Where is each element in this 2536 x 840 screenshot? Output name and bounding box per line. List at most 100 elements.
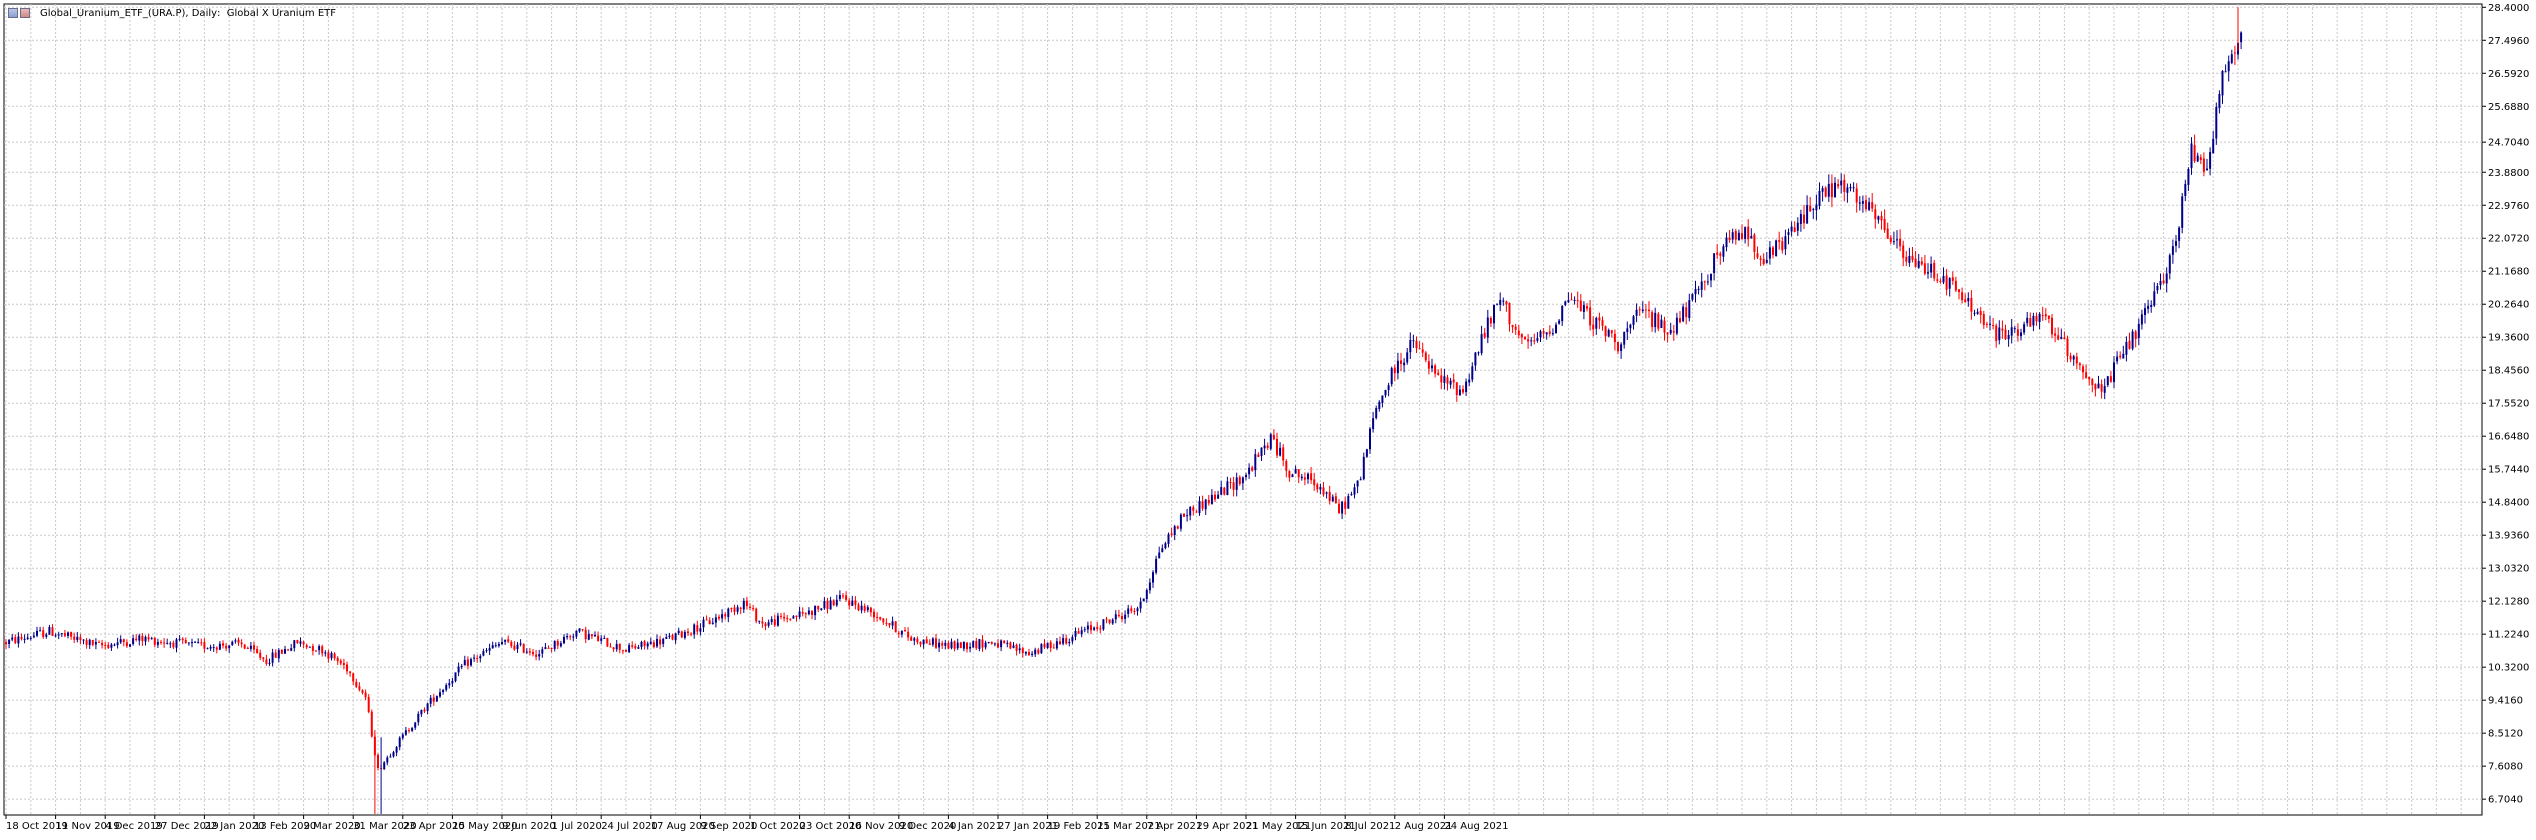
candle-body[interactable] — [770, 619, 773, 622]
candle-body[interactable] — [1223, 487, 1226, 495]
candle-body[interactable] — [758, 620, 761, 622]
candle-body[interactable] — [1269, 434, 1272, 449]
candle-body[interactable] — [1403, 362, 1406, 366]
candle-body[interactable] — [470, 659, 472, 666]
candle-body[interactable] — [2156, 286, 2159, 291]
candle-body[interactable] — [212, 647, 215, 649]
candle-body[interactable] — [888, 623, 891, 626]
candle-body[interactable] — [2032, 315, 2035, 326]
candle-body[interactable] — [2218, 94, 2221, 109]
candle-body[interactable] — [1393, 367, 1396, 374]
candle-body[interactable] — [299, 641, 302, 644]
candle-body[interactable] — [510, 641, 513, 647]
candle-body[interactable] — [776, 615, 779, 626]
candle-body[interactable] — [724, 614, 727, 617]
candle-body[interactable] — [845, 595, 848, 600]
candle-body[interactable] — [473, 657, 476, 659]
candle-body[interactable] — [1902, 245, 1905, 258]
candle-body[interactable] — [1086, 625, 1089, 630]
candle-body[interactable] — [631, 645, 634, 647]
candle-body[interactable] — [1874, 209, 1877, 220]
candle-body[interactable] — [1279, 447, 1282, 456]
candle-body[interactable] — [1068, 641, 1071, 644]
candle-body[interactable] — [941, 643, 944, 646]
candle-body[interactable] — [547, 647, 550, 649]
candle-body[interactable] — [1613, 333, 1616, 343]
candle-body[interactable] — [339, 660, 342, 664]
candle-body[interactable] — [1334, 496, 1337, 503]
candle-body[interactable] — [228, 645, 231, 649]
candle-body[interactable] — [1638, 309, 1641, 311]
candle-body[interactable] — [2227, 61, 2230, 72]
candle-body[interactable] — [11, 637, 14, 640]
candle-body[interactable] — [783, 616, 786, 619]
candle-body[interactable] — [1093, 627, 1096, 630]
candle-body[interactable] — [1235, 477, 1238, 490]
candle-body[interactable] — [969, 646, 972, 649]
candle-body[interactable] — [975, 640, 978, 649]
candle-body[interactable] — [305, 645, 308, 648]
candle-body[interactable] — [1055, 641, 1058, 649]
candle-body[interactable] — [1951, 277, 1954, 281]
candle-body[interactable] — [1052, 647, 1055, 649]
candle-body[interactable] — [2122, 353, 2125, 359]
candle-body[interactable] — [2023, 324, 2026, 333]
candle-body[interactable] — [451, 680, 454, 684]
candle-body[interactable] — [1319, 487, 1322, 490]
candle-body[interactable] — [364, 692, 367, 698]
candle-body[interactable] — [1834, 182, 1836, 198]
candle-body[interactable] — [1551, 333, 1554, 335]
candle-body[interactable] — [962, 642, 965, 649]
candle-body[interactable] — [1114, 614, 1117, 620]
candle-body[interactable] — [1871, 202, 1874, 209]
candle-body[interactable] — [1685, 307, 1688, 318]
candle-body[interactable] — [2091, 379, 2094, 385]
candle-body[interactable] — [1973, 312, 1976, 314]
candle-body[interactable] — [1846, 187, 1849, 193]
candle-body[interactable] — [2190, 143, 2193, 169]
candle-body[interactable] — [1105, 618, 1108, 620]
candle-body[interactable] — [435, 696, 438, 702]
candle-body[interactable] — [1483, 332, 1486, 338]
candle-body[interactable] — [39, 630, 42, 632]
candle-body[interactable] — [1040, 644, 1043, 654]
candle-body[interactable] — [2001, 328, 2004, 331]
candle-body[interactable] — [2029, 318, 2032, 327]
candle-body[interactable] — [1090, 625, 1092, 631]
candle-body[interactable] — [1539, 331, 1542, 338]
candle-body[interactable] — [1310, 473, 1313, 481]
candle-body[interactable] — [1573, 299, 1576, 301]
candle-body[interactable] — [1328, 491, 1331, 502]
candle-body[interactable] — [1214, 494, 1216, 500]
candle-body[interactable] — [1365, 449, 1368, 457]
candle-body[interactable] — [1220, 487, 1223, 495]
candle-body[interactable] — [187, 642, 190, 644]
candle-body[interactable] — [1964, 299, 1967, 303]
candle-body[interactable] — [1750, 235, 1753, 239]
candle-body[interactable] — [2013, 328, 2016, 330]
candle-body[interactable] — [882, 618, 885, 623]
candle-body[interactable] — [1542, 331, 1545, 334]
candle-body[interactable] — [302, 641, 305, 645]
candle-body[interactable] — [463, 660, 466, 666]
candle-body[interactable] — [1121, 616, 1123, 620]
candle-body[interactable] — [1564, 301, 1567, 306]
candle-body[interactable] — [1074, 631, 1077, 637]
candle-body[interactable] — [1517, 330, 1520, 336]
candle-body[interactable] — [1316, 484, 1319, 490]
candle-body[interactable] — [85, 640, 88, 645]
candle-body[interactable] — [1499, 300, 1502, 305]
candle-body[interactable] — [153, 637, 156, 645]
candle-body[interactable] — [2066, 338, 2069, 357]
candle-body[interactable] — [1923, 263, 1926, 274]
candle-body[interactable] — [2010, 327, 2013, 336]
candle-body[interactable] — [1861, 201, 1864, 204]
candle-body[interactable] — [1034, 649, 1037, 655]
candle-body[interactable] — [1567, 300, 1570, 303]
candle-body[interactable] — [2215, 106, 2218, 139]
candle-body[interactable] — [1728, 237, 1731, 240]
candle-body[interactable] — [395, 747, 398, 753]
candle-body[interactable] — [2075, 356, 2078, 364]
candle-body[interactable] — [29, 637, 32, 639]
candle-body[interactable] — [829, 600, 832, 610]
